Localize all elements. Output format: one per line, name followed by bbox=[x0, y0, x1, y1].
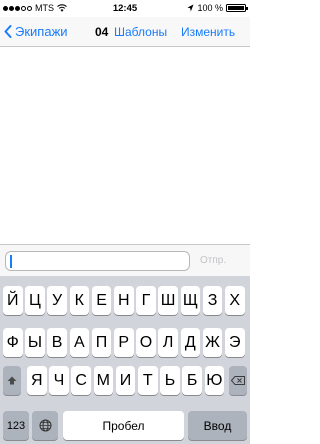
battery-percent: 100 % bbox=[197, 3, 223, 13]
numbers-key[interactable]: 123 bbox=[3, 411, 29, 440]
key-row2-5[interactable]: Р bbox=[114, 328, 134, 357]
key-row3-2[interactable]: С bbox=[71, 366, 91, 395]
key-row3-7[interactable]: Б bbox=[182, 366, 202, 395]
key-row3-5[interactable]: Т bbox=[138, 366, 158, 395]
key-row3-0[interactable]: Я bbox=[27, 366, 47, 395]
navigation-bar: Экипажи 04 Шаблоны Изменить bbox=[0, 17, 250, 47]
return-key[interactable]: Ввод bbox=[188, 411, 247, 440]
key-row3-6[interactable]: Ь bbox=[160, 366, 180, 395]
keyboard: 123 Пробел Ввод ЙЦУКЕНГШЩЗХ ФЫВАПРОЛДЖЭ ЯЧ… bbox=[0, 276, 250, 444]
templates-button[interactable]: Шаблоны bbox=[114, 25, 167, 39]
key-row1-7[interactable]: Ш bbox=[158, 286, 178, 315]
status-bar: MTS 12:45 100 % bbox=[0, 0, 250, 16]
chevron-left-icon bbox=[4, 25, 12, 38]
key-row1-4[interactable]: Е bbox=[91, 286, 112, 315]
back-button[interactable]: Экипажи bbox=[4, 24, 68, 39]
message-input-bar: Отпр. bbox=[0, 244, 250, 276]
shift-arrow-icon bbox=[7, 376, 17, 385]
globe-icon bbox=[39, 419, 51, 432]
key-row3-4[interactable]: И bbox=[115, 366, 136, 395]
key-row3-8[interactable]: Ю bbox=[204, 366, 225, 395]
key-row2-6[interactable]: О bbox=[136, 328, 156, 357]
key-row3-1[interactable]: Ч bbox=[49, 366, 69, 395]
key-row2-3[interactable]: А bbox=[69, 328, 90, 357]
backspace-icon bbox=[231, 376, 245, 385]
message-list[interactable] bbox=[0, 48, 250, 244]
nav-count: 04 bbox=[95, 25, 109, 39]
back-button-label: Экипажи bbox=[15, 24, 68, 39]
key-row1-2[interactable]: У bbox=[47, 286, 67, 315]
key-row1-1[interactable]: Ц bbox=[25, 286, 45, 315]
key-row2-9[interactable]: Ж bbox=[202, 328, 223, 357]
location-arrow-icon bbox=[187, 4, 194, 12]
key-row2-2[interactable]: В bbox=[47, 328, 67, 357]
shift-key[interactable] bbox=[3, 366, 21, 395]
send-button[interactable]: Отпр. bbox=[200, 255, 226, 266]
key-row2-0[interactable]: Ф bbox=[3, 328, 23, 357]
key-row2-8[interactable]: Д bbox=[180, 328, 201, 357]
key-row1-0[interactable]: Й bbox=[3, 286, 23, 315]
space-key[interactable]: Пробел bbox=[63, 411, 184, 440]
message-input[interactable] bbox=[5, 251, 190, 271]
key-row2-4[interactable]: П bbox=[91, 328, 112, 357]
key-row3-3[interactable]: М bbox=[93, 366, 114, 395]
status-right: 100 % bbox=[187, 3, 248, 13]
battery-icon bbox=[226, 4, 248, 12]
text-cursor bbox=[10, 255, 12, 268]
key-row2-10[interactable]: Э bbox=[225, 328, 245, 357]
backspace-key[interactable] bbox=[229, 366, 247, 395]
globe-key[interactable] bbox=[32, 411, 58, 440]
key-row1-10[interactable]: Х bbox=[225, 286, 245, 315]
key-row1-8[interactable]: Щ bbox=[180, 286, 201, 315]
key-row1-9[interactable]: З bbox=[202, 286, 223, 315]
key-row1-3[interactable]: К bbox=[69, 286, 90, 315]
key-row2-7[interactable]: Л bbox=[158, 328, 178, 357]
key-row1-6[interactable]: Г bbox=[136, 286, 156, 315]
key-row2-1[interactable]: Ы bbox=[25, 328, 45, 357]
edit-button[interactable]: Изменить bbox=[181, 25, 235, 39]
key-row1-5[interactable]: Н bbox=[114, 286, 134, 315]
